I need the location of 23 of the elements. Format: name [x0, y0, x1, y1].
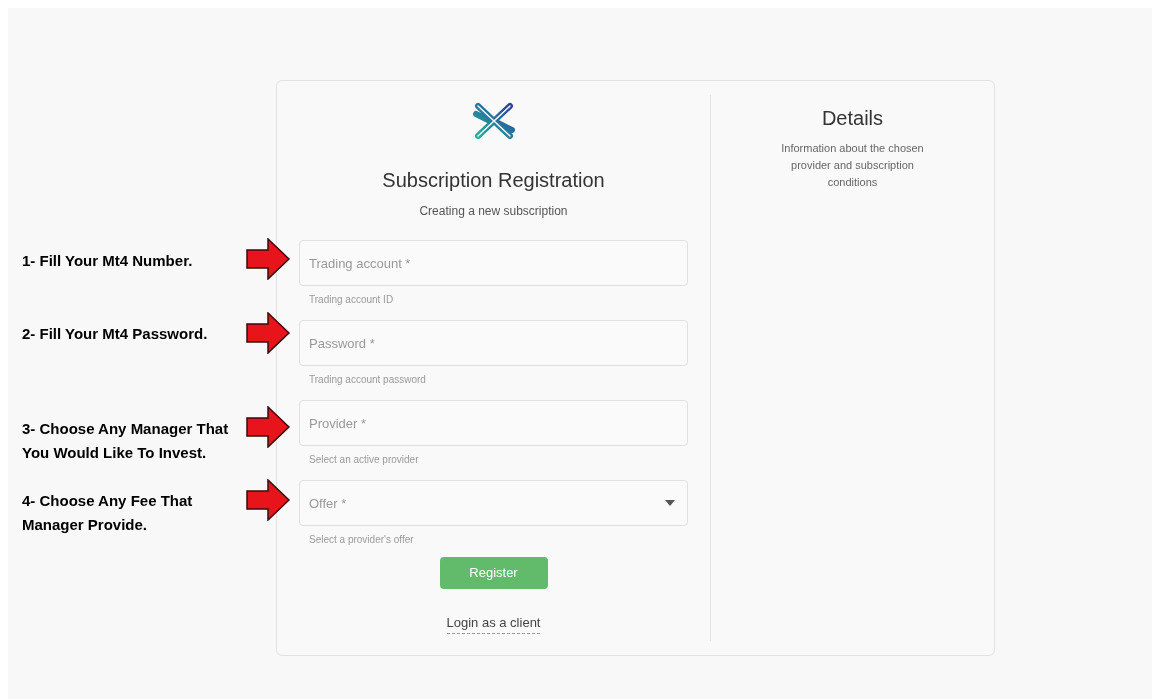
details-text: Information about the chosen provider and subscription conditions	[780, 141, 925, 190]
input-field[interactable]: Provider *	[299, 400, 688, 446]
instruction-text: 4- Choose Any Fee That Manager Provide.	[22, 492, 193, 533]
input-field[interactable]: Trading account *	[299, 240, 688, 286]
form-subtitle: Creating a new subscription	[419, 203, 568, 220]
field-helper-text: Select an active provider	[308, 453, 420, 467]
select-field[interactable]: Offer *	[299, 480, 688, 526]
dropdown-caret-icon	[665, 500, 675, 506]
arrow-icon	[246, 238, 290, 280]
details-title: Details	[821, 106, 884, 131]
input-field[interactable]: Password *	[299, 320, 688, 366]
form-title: Subscription Registration	[382, 168, 605, 193]
login-link[interactable]: Login as a client	[446, 613, 541, 634]
field-helper-text: Select a provider's offer	[308, 533, 415, 547]
field-helper-text: Trading account ID	[308, 293, 395, 307]
arrow-icon	[246, 479, 290, 521]
arrow-icon	[246, 312, 290, 354]
field-helper-text: Trading account password	[308, 373, 427, 387]
instruction-text: 3- Choose Any Manager That You Would Like To Invest.	[22, 420, 229, 461]
instruction-text: 2- Fill Your Mt4 Password.	[22, 325, 208, 342]
logo-icon	[471, 100, 516, 142]
instruction-text: 1- Fill Your Mt4 Number.	[22, 252, 193, 269]
arrow-icon	[246, 406, 290, 448]
